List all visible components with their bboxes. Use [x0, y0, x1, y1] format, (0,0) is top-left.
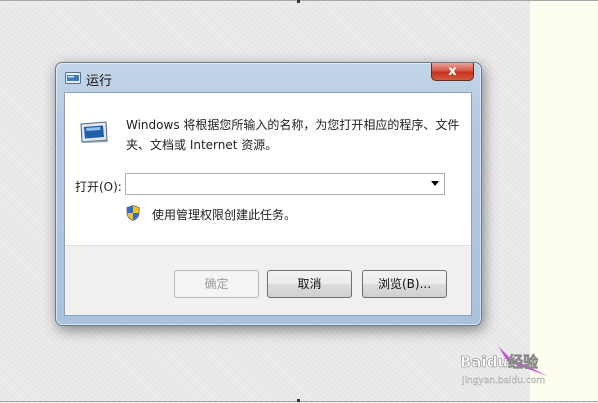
dialog-description: Windows 将根据您所输入的名称，为您打开相应的程序、文件夹、文档或 Int… — [126, 118, 460, 152]
run-title-icon — [65, 72, 81, 84]
watermark-subtext: jingyan.baidu.com — [461, 376, 545, 386]
run-dialog: 运行 x Windows 将根据您所输入的名称，为您打开相应的程序、文件夹、文档… — [55, 62, 482, 326]
uac-shield-icon — [126, 205, 140, 221]
close-button[interactable]: x — [431, 63, 474, 81]
dialog-button-bar: 确定 取消 浏览(B)... — [65, 245, 471, 315]
browse-button[interactable]: 浏览(B)... — [362, 270, 447, 298]
admin-privilege-note: 使用管理权限创建此任务。 — [152, 208, 297, 222]
open-label: 打开(O): — [75, 180, 122, 194]
screen-bottom-tick — [297, 399, 300, 402]
chevron-down-icon[interactable] — [431, 181, 439, 186]
run-program-icon — [80, 121, 108, 143]
window-title: 运行 — [86, 74, 113, 89]
open-combobox-input[interactable] — [125, 173, 445, 195]
cancel-button[interactable]: 取消 — [267, 270, 352, 298]
close-icon: x — [448, 64, 457, 79]
watermark-text: Baidu经验 — [460, 353, 539, 371]
screen-top-tick — [297, 0, 300, 3]
baidu-watermark: Baidu经验 jingyan.baidu.com — [460, 346, 548, 386]
dialog-client-area: Windows 将根据您所输入的名称，为您打开相应的程序、文件夹、文档或 Int… — [64, 92, 472, 316]
ok-button[interactable]: 确定 — [174, 270, 259, 298]
